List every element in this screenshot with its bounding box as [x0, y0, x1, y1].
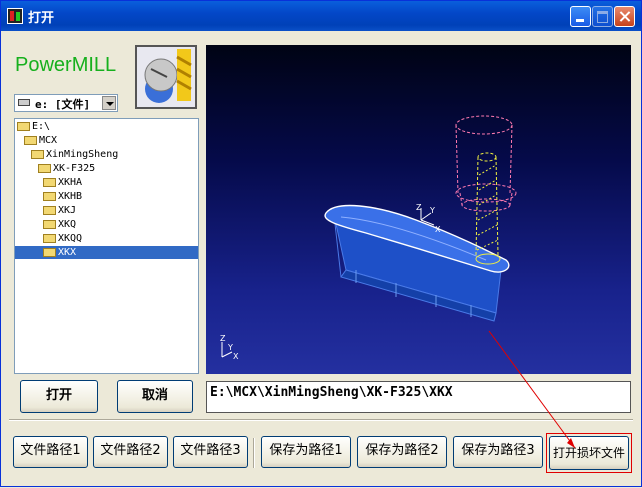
divider-vertical [253, 438, 255, 468]
tree-node[interactable]: XKHA [43, 176, 82, 189]
file-path-3-button[interactable]: 文件路径3 [173, 436, 248, 468]
part-axis-y-label: Y [429, 206, 435, 215]
open-damaged-file-button[interactable]: 打开损坏文件 [549, 436, 629, 470]
app-icon [7, 8, 23, 24]
part-axis-x-label: X [435, 225, 441, 234]
folder-icon [43, 220, 56, 229]
file-path-1-button[interactable]: 文件路径1 [13, 436, 88, 468]
tree-node-selected[interactable]: XKX [15, 246, 198, 259]
triad-y-label: Y [227, 343, 233, 352]
folder-open-icon [24, 136, 37, 145]
tree-node[interactable]: XinMingSheng [31, 148, 118, 161]
drive-icon [18, 99, 30, 106]
cancel-button[interactable]: 取消 [117, 380, 193, 413]
folder-icon [43, 206, 56, 215]
divider [9, 419, 633, 421]
folder-open-icon [38, 164, 51, 173]
3d-viewport[interactable]: Z Y X Z Y X [206, 45, 631, 374]
tree-node[interactable]: XKQ [43, 218, 76, 231]
part-axis-z-label: Z [416, 203, 422, 212]
minimize-button[interactable] [570, 6, 591, 27]
open-dialog: 打开 PowerMILL e: [文件] E:\ MCX XinMingShen… [0, 0, 642, 487]
window-title: 打开 [28, 11, 55, 26]
tree-node[interactable]: E:\ [17, 120, 50, 133]
tree-node[interactable]: XKQQ [43, 232, 82, 245]
brand-logo-text: PowerMILL [15, 54, 117, 76]
folder-icon [43, 248, 56, 257]
open-button[interactable]: 打开 [20, 380, 98, 413]
folder-tree[interactable]: E:\ MCX XinMingSheng XK-F325 XKHA XKHB X… [14, 118, 199, 374]
save-as-path-1-button[interactable]: 保存为路径1 [261, 436, 351, 468]
drive-select-value: e: [文件] [35, 98, 91, 111]
tree-node[interactable]: MCX [24, 134, 57, 147]
save-as-path-3-button[interactable]: 保存为路径3 [453, 436, 543, 468]
folder-open-icon [17, 122, 30, 131]
title-bar[interactable]: 打开 [1, 1, 641, 31]
path-field[interactable]: E:\MCX\XinMingSheng\XK-F325\XKX [206, 381, 631, 413]
file-path-2-button[interactable]: 文件路径2 [93, 436, 168, 468]
folder-icon [43, 178, 56, 187]
tree-node[interactable]: XKJ [43, 204, 76, 217]
folder-open-icon [31, 150, 44, 159]
save-as-path-2-button[interactable]: 保存为路径2 [357, 436, 447, 468]
triad-x-label: X [233, 352, 239, 361]
maximize-button[interactable] [592, 6, 613, 27]
powermill-logo-icon [135, 45, 197, 109]
tree-node[interactable]: XK-F325 [38, 162, 95, 175]
tree-node[interactable]: XKHB [43, 190, 82, 203]
drive-select[interactable]: e: [文件] [14, 94, 118, 112]
chevron-down-icon[interactable] [102, 96, 116, 110]
close-button[interactable] [614, 6, 635, 27]
triad-z-label: Z [220, 334, 226, 343]
folder-icon [43, 192, 56, 201]
folder-icon [43, 234, 56, 243]
